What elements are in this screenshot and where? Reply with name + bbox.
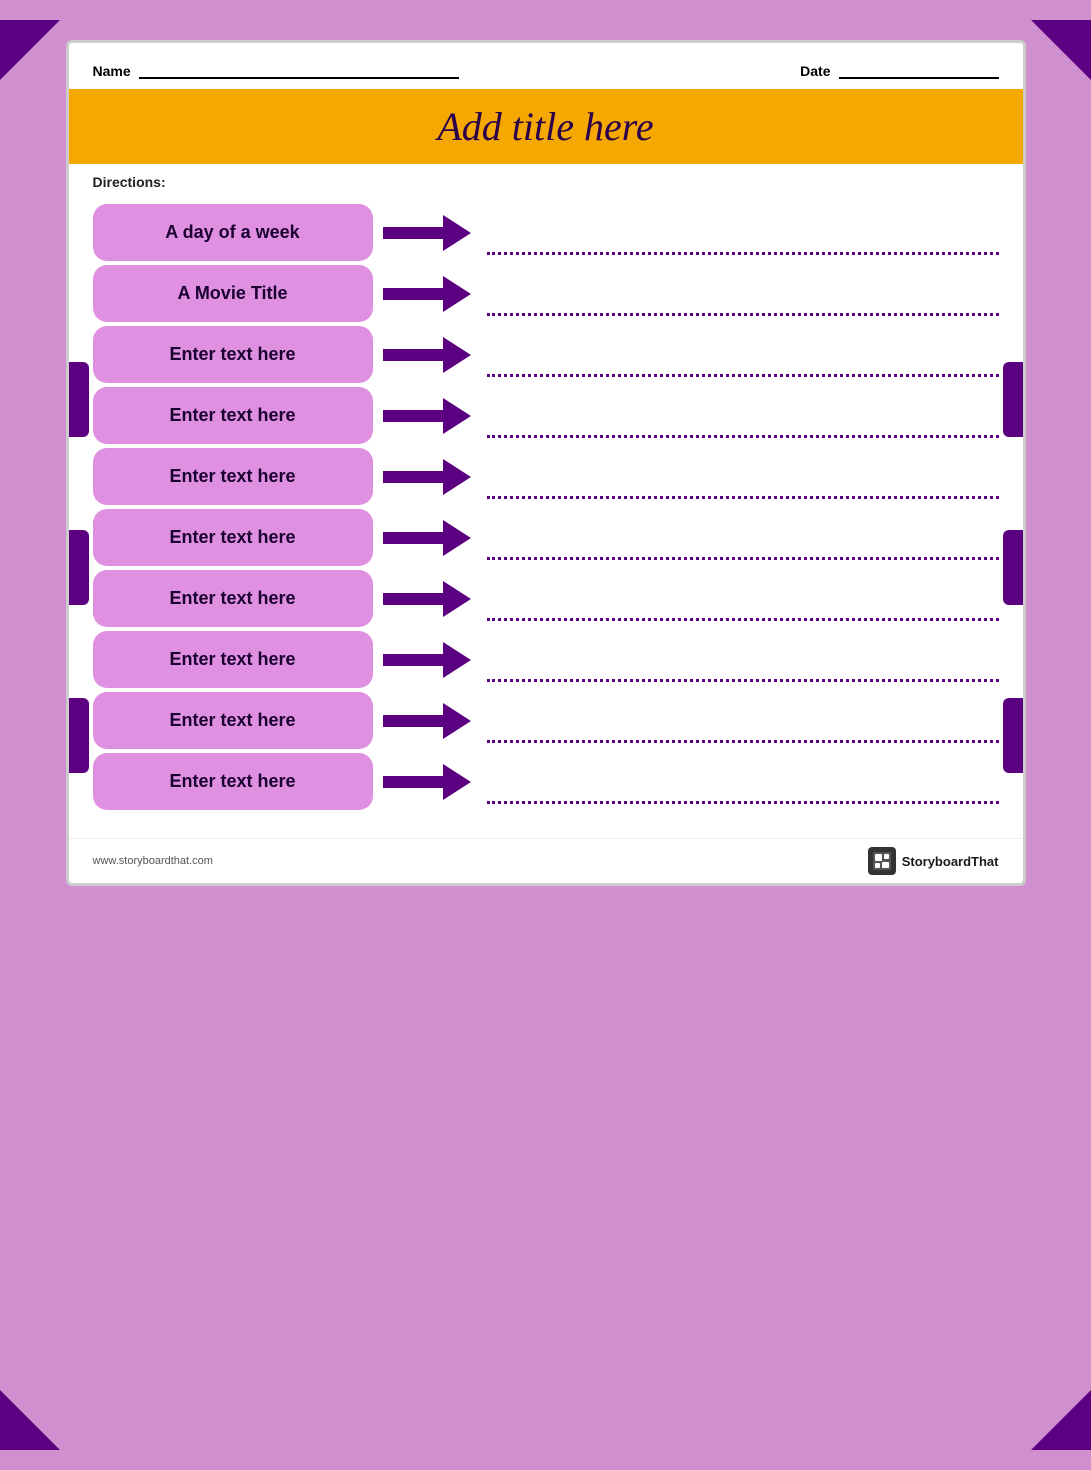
row-item: Enter text here [93,448,999,505]
footer-website: www.storyboardthat.com [93,855,213,867]
arrow-shaft [383,288,443,300]
row-item: Enter text here [93,326,999,383]
name-label: Name [93,63,131,79]
dotted-line-7 [487,618,999,621]
row-item: Enter text here [93,570,999,627]
date-label: Date [800,63,830,79]
dotted-line-8 [487,679,999,682]
arrow-head [443,581,471,617]
arrow-2 [383,276,471,312]
prompt-box-9[interactable]: Enter text here [93,692,373,749]
right-tab-3 [1003,698,1023,773]
directions-section: Directions: [69,164,1023,196]
arrow-head [443,764,471,800]
footer: www.storyboardthat.com StoryboardThat [69,838,1023,883]
arrow-head [443,276,471,312]
arrow-head [443,398,471,434]
prompt-box-6[interactable]: Enter text here [93,509,373,566]
prompt-box-7[interactable]: Enter text here [93,570,373,627]
prompt-box-2[interactable]: A Movie Title [93,265,373,322]
prompt-label-10: Enter text here [169,771,295,791]
arrow-6 [383,520,471,556]
left-tab-2 [69,530,89,605]
date-field: Date [800,59,998,79]
prompt-box-4[interactable]: Enter text here [93,387,373,444]
left-tab-3 [69,698,89,773]
dotted-line-10 [487,801,999,804]
footer-brand-area: StoryboardThat [868,847,999,875]
dotted-line-9 [487,740,999,743]
right-tab-1 [1003,362,1023,437]
row-item: Enter text here [93,753,999,810]
arrow-10 [383,764,471,800]
name-line [139,59,459,79]
arrow-shaft [383,471,443,483]
dotted-line-4 [487,435,999,438]
arrow-shaft [383,410,443,422]
sbt-logo-icon [868,847,896,875]
left-tab-1 [69,362,89,437]
arrow-shaft [383,349,443,361]
prompt-label-9: Enter text here [169,710,295,730]
arrow-4 [383,398,471,434]
prompt-box-3[interactable]: Enter text here [93,326,373,383]
content-area: A day of a week A Movie Title [69,196,1023,834]
prompt-label-2: A Movie Title [177,283,287,303]
date-line [839,59,999,79]
arrow-shaft [383,654,443,666]
page-wrapper: Name Date Add title here Directions: A d… [0,20,1091,1450]
dotted-line-1 [487,252,999,255]
main-card: Name Date Add title here Directions: A d… [66,40,1026,886]
arrow-head [443,459,471,495]
row-item: Enter text here [93,692,999,749]
corner-bottom-right [1031,1390,1091,1450]
prompt-box-8[interactable]: Enter text here [93,631,373,688]
footer-brand-name: StoryboardThat [902,854,999,869]
row-item: Enter text here [93,387,999,444]
corner-top-left [0,20,60,80]
prompt-label-5: Enter text here [169,466,295,486]
header-section: Name Date [69,43,1023,89]
corner-bottom-left [0,1390,60,1450]
prompt-label-3: Enter text here [169,344,295,364]
prompt-box-10[interactable]: Enter text here [93,753,373,810]
arrow-head [443,520,471,556]
arrow-head [443,215,471,251]
arrow-5 [383,459,471,495]
dotted-line-6 [487,557,999,560]
row-item: Enter text here [93,509,999,566]
arrow-shaft [383,532,443,544]
prompt-box-5[interactable]: Enter text here [93,448,373,505]
main-title[interactable]: Add title here [89,103,1003,150]
directions-label: Directions: [93,174,166,190]
row-item: Enter text here [93,631,999,688]
prompt-label-8: Enter text here [169,649,295,669]
arrow-7 [383,581,471,617]
arrow-shaft [383,715,443,727]
arrow-1 [383,215,471,251]
dotted-line-5 [487,496,999,499]
name-field: Name [93,59,459,79]
arrow-shaft [383,776,443,788]
corner-top-right [1031,20,1091,80]
title-bar: Add title here [69,89,1023,164]
prompt-label-7: Enter text here [169,588,295,608]
dotted-line-2 [487,313,999,316]
row-item: A day of a week [93,204,999,261]
prompt-label-1: A day of a week [165,222,299,242]
prompt-box-1[interactable]: A day of a week [93,204,373,261]
arrow-3 [383,337,471,373]
arrow-head [443,703,471,739]
right-tab-2 [1003,530,1023,605]
arrow-shaft [383,593,443,605]
arrow-8 [383,642,471,678]
arrow-head [443,337,471,373]
prompt-label-6: Enter text here [169,527,295,547]
prompt-label-4: Enter text here [169,405,295,425]
arrow-shaft [383,227,443,239]
row-item: A Movie Title [93,265,999,322]
arrow-head [443,642,471,678]
arrow-9 [383,703,471,739]
dotted-line-3 [487,374,999,377]
